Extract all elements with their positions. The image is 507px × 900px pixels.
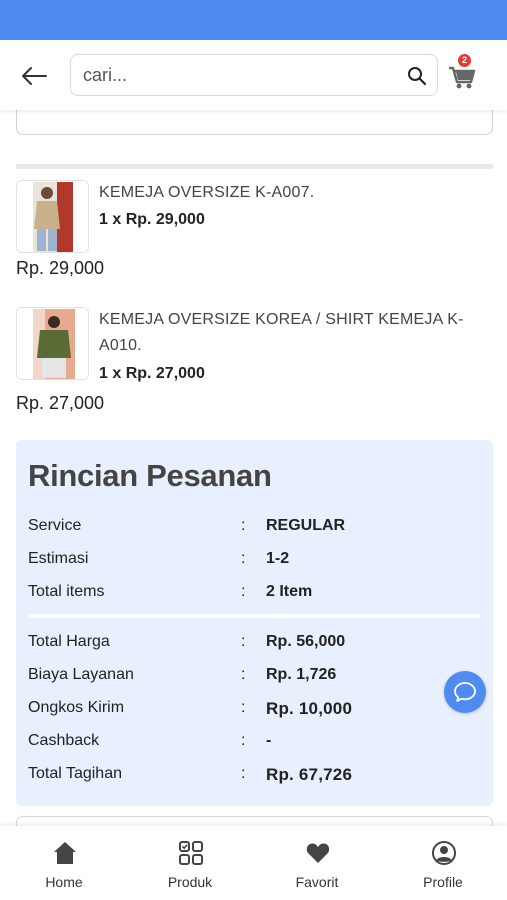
product-total: Rp. 29,000: [16, 258, 105, 278]
section-divider: [16, 164, 493, 169]
row-value: Rp. 56,000: [266, 633, 346, 650]
product-thumbnail: [16, 180, 89, 253]
summary-row-total-harga: Total Harga : Rp. 56,000: [28, 633, 478, 657]
product-name: KEMEJA OVERSIZE KOREA / SHIRT KEMEJA K-A…: [99, 311, 464, 354]
row-label: Total Tagihan: [28, 765, 122, 782]
summary-row-ongkos-kirim: Ongkos Kirim : Rp. 10,000: [28, 699, 478, 723]
summary-row-total-tagihan: Total Tagihan : Rp. 67,726: [28, 765, 478, 789]
nav-item-home[interactable]: Home: [14, 826, 114, 900]
nav-label: Favorit: [295, 874, 339, 890]
summary-row-total-items: Total items : 2 Item: [28, 583, 478, 607]
row-value: -: [266, 732, 272, 749]
summary-row-estimasi: Estimasi : 1-2: [28, 550, 478, 574]
row-separator: :: [241, 517, 246, 534]
row-label: Estimasi: [28, 550, 89, 567]
search-box: [70, 54, 438, 96]
row-value: Rp. 67,726: [266, 765, 353, 784]
cart-button[interactable]: 2: [448, 54, 478, 90]
chat-button[interactable]: [444, 671, 486, 713]
nav-label: Home: [45, 874, 83, 890]
product-name: KEMEJA OVERSIZE K-A007.: [99, 184, 315, 201]
nav-label: Profile: [423, 874, 463, 890]
row-label: Service: [28, 517, 82, 534]
row-separator: :: [241, 699, 246, 716]
summary-row-service: Service : REGULAR: [28, 517, 478, 541]
nav-item-produk[interactable]: Produk: [140, 826, 240, 900]
heart-icon: [306, 843, 330, 863]
row-value: Rp. 10,000: [266, 699, 353, 718]
arrow-left-icon: [22, 67, 47, 85]
back-button[interactable]: [18, 62, 50, 90]
order-summary-card: Rincian Pesanan Service : REGULAR Estima…: [16, 440, 493, 806]
row-label: Total Harga: [28, 633, 110, 650]
nav-item-profile[interactable]: Profile: [393, 826, 493, 900]
order-summary-title: Rincian Pesanan: [28, 458, 272, 493]
row-separator: :: [241, 666, 246, 683]
row-value: 1-2: [266, 550, 290, 567]
cart-count-badge: 2: [458, 54, 471, 67]
product-item[interactable]: KEMEJA OVERSIZE KOREA / SHIRT KEMEJA K-A…: [16, 307, 493, 417]
row-label: Biaya Layanan: [28, 666, 134, 683]
nav-item-favorit[interactable]: Favorit: [267, 826, 367, 900]
top-bar: 2: [0, 40, 507, 110]
row-separator: :: [241, 732, 246, 749]
search-input[interactable]: [83, 63, 393, 87]
chat-bubble-icon: [454, 682, 476, 702]
product-item[interactable]: KEMEJA OVERSIZE K-A007. 1 x Rp. 29,000 R…: [16, 180, 493, 280]
product-quantity-price: 1 x Rp. 29,000: [99, 211, 205, 228]
row-label: Ongkos Kirim: [28, 699, 125, 716]
product-thumbnail: [16, 307, 89, 380]
summary-row-cashback: Cashback : -: [28, 732, 478, 756]
summary-divider: [28, 614, 480, 618]
search-icon[interactable]: [407, 66, 427, 86]
status-bar: [0, 0, 507, 40]
product-quantity-price: 1 x Rp. 27,000: [99, 365, 205, 382]
grid-icon: [179, 841, 203, 865]
row-label: Cashback: [28, 732, 100, 749]
nav-label: Produk: [167, 874, 213, 890]
product-total: Rp. 27,000: [16, 393, 105, 413]
row-label: Total items: [28, 583, 105, 600]
row-separator: :: [241, 583, 246, 600]
user-icon: [432, 841, 456, 865]
bottom-navigation: Home Produk Favorit Profile: [0, 826, 507, 900]
summary-row-biaya-layanan: Biaya Layanan : Rp. 1,726: [28, 666, 478, 690]
row-value: 2 Item: [266, 583, 313, 600]
row-value: REGULAR: [266, 517, 346, 534]
row-separator: :: [241, 550, 246, 567]
row-separator: :: [241, 765, 246, 782]
row-value: Rp. 1,726: [266, 666, 337, 683]
previous-card-bottom: [16, 108, 493, 135]
row-separator: :: [241, 633, 246, 650]
home-icon: [54, 842, 76, 864]
